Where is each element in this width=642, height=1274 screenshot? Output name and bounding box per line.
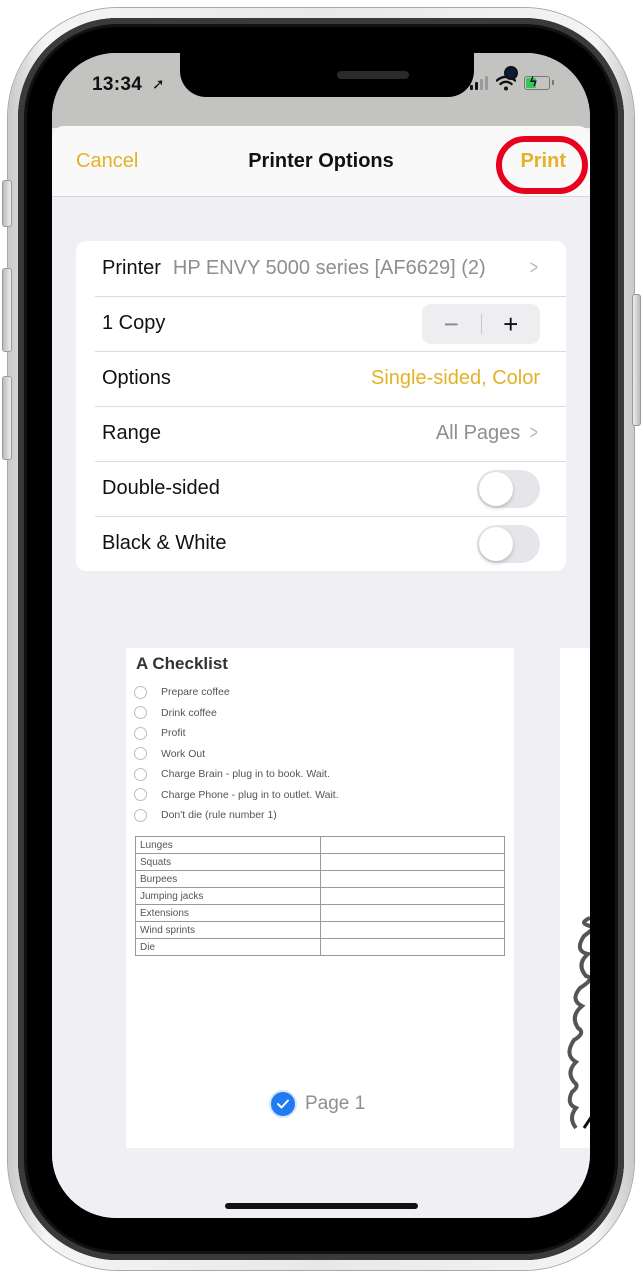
table-cell: [319, 904, 505, 922]
options-value: Single-sided, Color: [371, 367, 540, 389]
checklist-item-text: Prepare coffee: [161, 686, 230, 699]
home-indicator[interactable]: [225, 1203, 418, 1209]
increment-button[interactable]: +: [482, 304, 541, 344]
unchecked-circle-icon: [134, 767, 147, 781]
double-sided-label: Double-sided: [102, 477, 220, 499]
checklist-item-text: Don't die (rule number 1): [161, 809, 277, 822]
table-row: Jumping jacks: [135, 887, 505, 905]
decrement-button[interactable]: −: [422, 304, 481, 344]
printer-options-sheet: Cancel Printer Options Print Printer HP …: [52, 126, 590, 1218]
copies-stepper[interactable]: − +: [422, 303, 541, 344]
table-cell: Burpees: [135, 870, 321, 888]
exercise-table: Lunges Squats Burpees Jumping jacks Exte…: [135, 836, 505, 956]
black-white-label: Black & White: [102, 532, 227, 554]
table-cell: [319, 870, 505, 888]
status-time: 13:34: [92, 74, 143, 95]
range-label: Range: [102, 422, 161, 444]
table-row: Extensions: [135, 904, 505, 922]
screen: 13:34 ➚ ϟ Cancel Printer Options Print P…: [52, 53, 590, 1218]
chevron-right-icon: >: [530, 422, 539, 444]
checklist-item: Prepare coffee: [134, 682, 339, 703]
nav-bar: Cancel Printer Options Print: [52, 126, 590, 197]
black-white-toggle[interactable]: [477, 524, 540, 563]
checklist-item-text: Charge Phone - plug in to outlet. Wait.: [161, 788, 339, 801]
range-value: All Pages: [435, 422, 521, 444]
front-camera: [506, 68, 516, 78]
checklist-item-text: Charge Brain - plug in to book. Wait.: [161, 768, 330, 781]
location-arrow-icon: ➚: [152, 76, 165, 93]
mute-switch: [2, 180, 12, 227]
page-preview-1[interactable]: A Checklist Prepare coffee Drink coffee …: [126, 648, 514, 1148]
table-cell: [319, 921, 505, 939]
page-label: Page 1: [305, 1093, 366, 1114]
speaker: [337, 71, 409, 79]
checklist-item: Profit: [134, 723, 339, 744]
table-row: Die: [135, 938, 505, 956]
document-title: A Checklist: [136, 654, 228, 673]
volume-up-button: [2, 268, 12, 352]
checklist-item: Work Out: [134, 744, 339, 765]
options-label: Options: [102, 367, 171, 389]
checklist-item: Don't die (rule number 1): [134, 805, 339, 826]
notch: [180, 53, 516, 97]
checklist-item-text: Profit: [161, 727, 186, 740]
table-cell: Lunges: [135, 836, 321, 854]
copies-row: 1 Copy − +: [76, 296, 566, 351]
unchecked-circle-icon: [134, 726, 147, 740]
table-row: Burpees: [135, 870, 505, 888]
checklist-item-text: Work Out: [161, 747, 206, 760]
scribble-drawing: [567, 916, 590, 1130]
checkmark-circle-icon[interactable]: [271, 1092, 295, 1116]
unchecked-circle-icon: [134, 706, 147, 720]
table-row: Wind sprints: [135, 921, 505, 939]
checklist: Prepare coffee Drink coffee Profit Work …: [134, 682, 339, 826]
copies-label: 1 Copy: [102, 312, 166, 334]
table-cell: [319, 887, 505, 905]
unchecked-circle-icon: [134, 808, 147, 822]
printer-value: HP ENVY 5000 series [AF6629] (2): [172, 257, 486, 279]
table-cell: [319, 938, 505, 956]
table-cell: Jumping jacks: [135, 887, 321, 905]
black-white-row: Black & White: [76, 516, 566, 571]
volume-down-button: [2, 376, 12, 460]
table-row: Squats: [135, 853, 505, 871]
table-cell: Extensions: [135, 904, 321, 922]
double-sided-row: Double-sided: [76, 461, 566, 516]
table-row: Lunges: [135, 836, 505, 854]
side-button: [632, 294, 641, 426]
table-cell: Wind sprints: [135, 921, 321, 939]
checklist-item: Drink coffee: [134, 703, 339, 724]
chevron-right-icon: >: [530, 257, 539, 279]
printer-label: Printer: [102, 257, 161, 279]
double-sided-toggle[interactable]: [477, 469, 540, 508]
battery-charging-icon: ϟ: [524, 74, 554, 90]
unchecked-circle-icon: [134, 685, 147, 699]
unchecked-circle-icon: [134, 788, 147, 802]
print-settings-group: Printer HP ENVY 5000 series [AF6629] (2)…: [76, 241, 566, 571]
range-row[interactable]: Range All Pages >: [76, 406, 566, 461]
checklist-item: Charge Phone - plug in to outlet. Wait.: [134, 785, 339, 806]
checklist-item-text: Drink coffee: [161, 706, 217, 719]
options-row[interactable]: Options Single-sided, Color: [76, 351, 566, 406]
printer-row[interactable]: Printer HP ENVY 5000 series [AF6629] (2)…: [76, 241, 566, 296]
page-preview-2[interactable]: [560, 648, 590, 1148]
unchecked-circle-icon: [134, 747, 147, 761]
checklist-item: Charge Brain - plug in to book. Wait.: [134, 764, 339, 785]
table-cell: [319, 836, 505, 854]
table-cell: Die: [135, 938, 321, 956]
table-cell: [319, 853, 505, 871]
table-cell: Squats: [135, 853, 321, 871]
page-select[interactable]: Page 1: [271, 1092, 365, 1116]
highlight-annotation-circle: [496, 136, 588, 194]
